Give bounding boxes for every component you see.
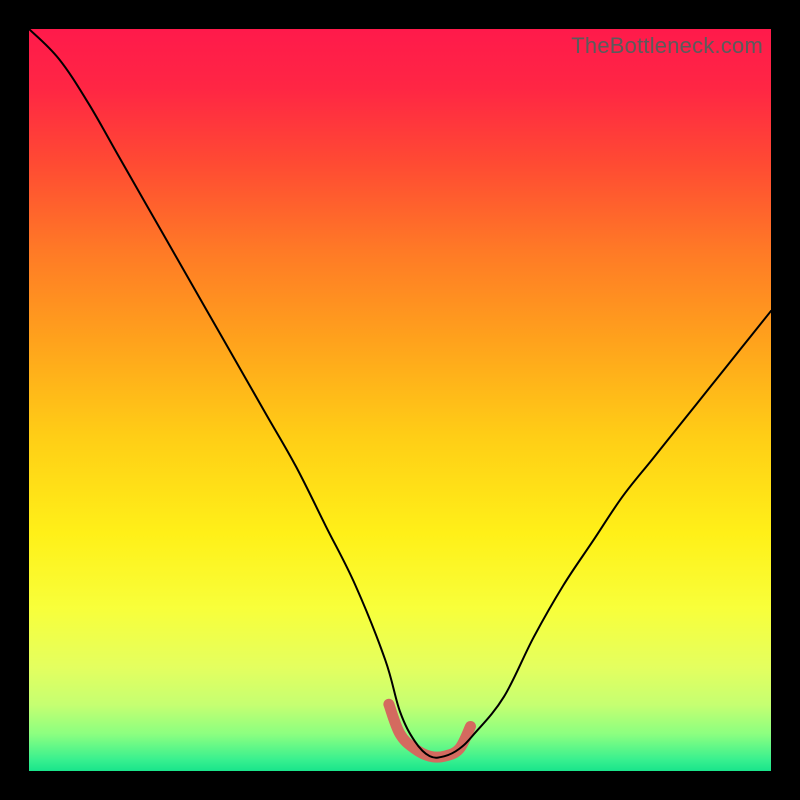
plot-area: TheBottleneck.com bbox=[29, 29, 771, 771]
curves-layer bbox=[29, 29, 771, 771]
chart-frame: TheBottleneck.com bbox=[0, 0, 800, 800]
black-curve bbox=[29, 29, 771, 758]
watermark-text: TheBottleneck.com bbox=[571, 33, 763, 59]
